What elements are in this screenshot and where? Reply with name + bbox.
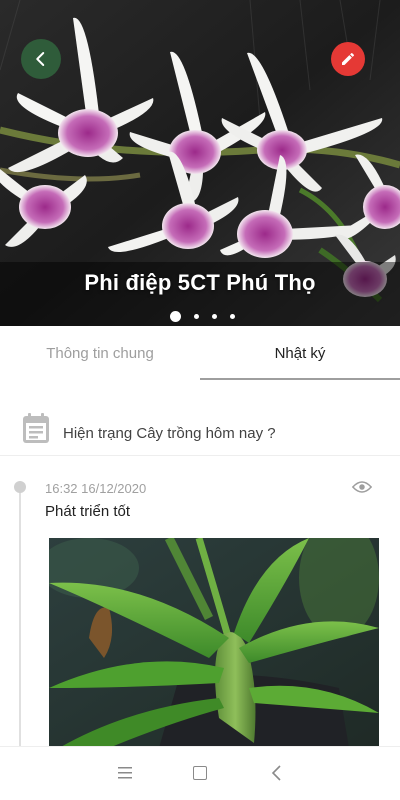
tab-general-info[interactable]: Thông tin chung [0, 326, 200, 380]
carousel-dot[interactable] [193, 314, 199, 319]
carousel-dot[interactable] [229, 314, 235, 319]
eye-icon[interactable] [352, 479, 372, 495]
edit-button[interactable] [331, 42, 365, 76]
tab-diary[interactable]: Nhật ký [200, 326, 400, 380]
entry-note: Phát triển tốt [45, 503, 131, 520]
tab-bar: Thông tin chung Nhật ký [0, 326, 400, 380]
plant-title: Phi điệp 5CT Phú Thọ [84, 270, 316, 295]
app-screen: Phi điệp 5CT Phú Thọ Thông tin chung Nhậ… [0, 0, 400, 800]
entry-photo[interactable] [49, 538, 379, 748]
carousel-dot[interactable] [211, 314, 217, 319]
menu-icon[interactable] [118, 767, 132, 779]
timeline-dot [14, 481, 26, 493]
arrow-left-icon [36, 52, 45, 66]
carousel-indicator [0, 311, 400, 322]
today-status-prompt[interactable]: Hiện trạng Cây trồng hôm nay ? [0, 400, 400, 456]
carousel-dot-active[interactable] [169, 311, 181, 322]
pencil-icon [342, 52, 355, 65]
system-nav-bar [0, 746, 400, 800]
plant-photo-carousel[interactable]: Phi điệp 5CT Phú Thọ [0, 0, 400, 326]
calendar-icon [23, 412, 49, 443]
timeline-line [19, 490, 21, 760]
home-square-icon[interactable] [193, 766, 207, 780]
back-chevron-icon[interactable] [271, 765, 283, 781]
orchid-leaves-photo [49, 538, 379, 748]
entry-timestamp: 16:32 16/12/2020 [45, 481, 147, 496]
today-status-label: Hiện trạng Cây trồng hôm nay ? [63, 425, 276, 442]
back-button[interactable] [21, 39, 61, 79]
